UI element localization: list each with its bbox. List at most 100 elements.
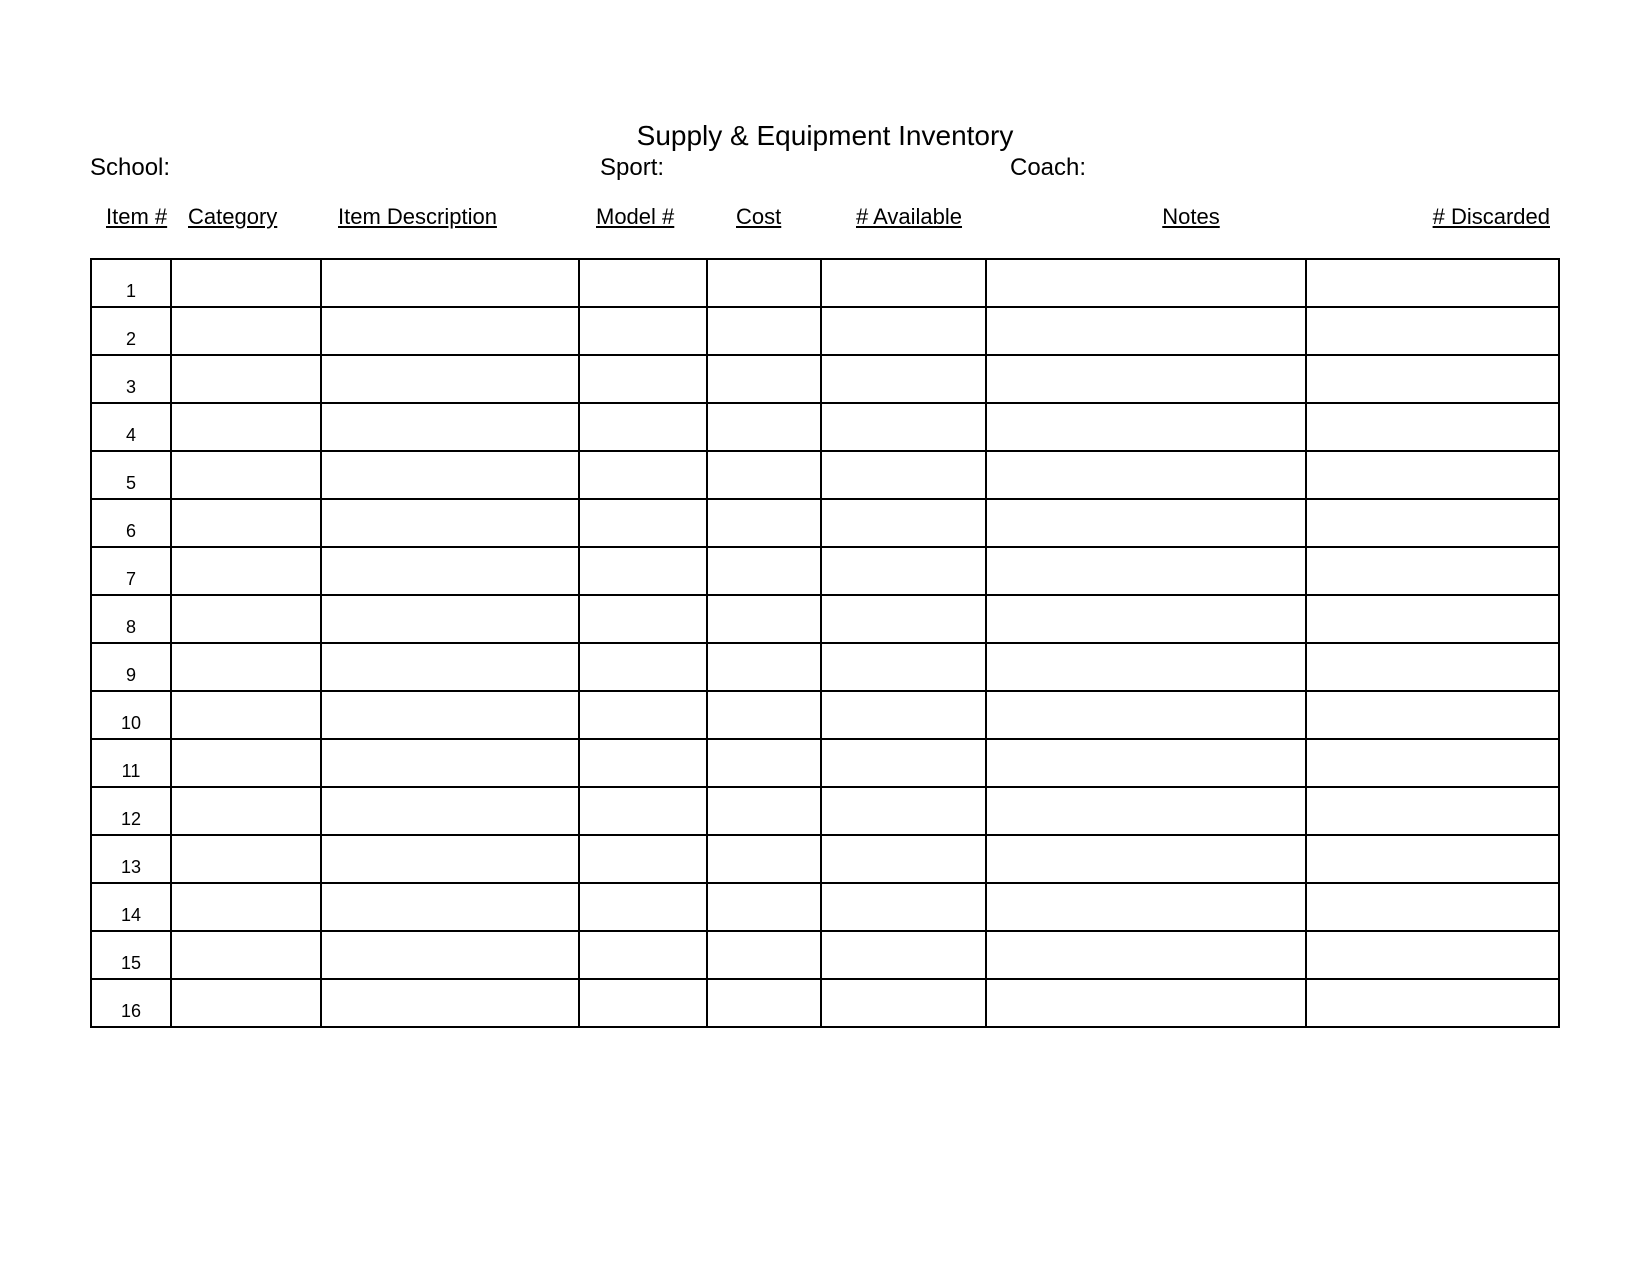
cell-model xyxy=(579,787,707,835)
cell-description xyxy=(321,307,579,355)
cell-cost xyxy=(707,883,821,931)
cell-available xyxy=(821,403,986,451)
cell-available xyxy=(821,691,986,739)
row-number: 9 xyxy=(91,643,171,691)
cell-category xyxy=(171,259,321,307)
row-number: 16 xyxy=(91,979,171,1027)
cell-category xyxy=(171,883,321,931)
table-row: 4 xyxy=(91,403,1559,451)
sport-label: Sport: xyxy=(600,154,1010,182)
cell-description xyxy=(321,403,579,451)
cell-available xyxy=(821,883,986,931)
row-number: 14 xyxy=(91,883,171,931)
cell-category xyxy=(171,787,321,835)
table-row: 14 xyxy=(91,883,1559,931)
cell-description xyxy=(321,595,579,643)
cell-model xyxy=(579,259,707,307)
cell-cost xyxy=(707,259,821,307)
cell-notes xyxy=(986,931,1306,979)
cell-cost xyxy=(707,403,821,451)
cell-available xyxy=(821,835,986,883)
cell-notes xyxy=(986,883,1306,931)
cell-available xyxy=(821,979,986,1027)
cell-cost xyxy=(707,547,821,595)
cell-discarded xyxy=(1306,259,1559,307)
cell-notes xyxy=(986,499,1306,547)
header-notes: Notes xyxy=(1031,204,1351,230)
inventory-table: 12345678910111213141516 xyxy=(90,258,1560,1028)
cell-category xyxy=(171,931,321,979)
cell-cost xyxy=(707,787,821,835)
cell-description xyxy=(321,643,579,691)
table-row: 6 xyxy=(91,499,1559,547)
cell-available xyxy=(821,787,986,835)
cell-model xyxy=(579,499,707,547)
cell-notes xyxy=(986,547,1306,595)
row-number: 2 xyxy=(91,307,171,355)
cell-category xyxy=(171,451,321,499)
cell-notes xyxy=(986,403,1306,451)
cell-description xyxy=(321,835,579,883)
cell-cost xyxy=(707,739,821,787)
cell-description xyxy=(321,787,579,835)
table-row: 13 xyxy=(91,835,1559,883)
cell-model xyxy=(579,883,707,931)
cell-available xyxy=(821,595,986,643)
cell-notes xyxy=(986,643,1306,691)
row-number: 15 xyxy=(91,931,171,979)
table-row: 10 xyxy=(91,691,1559,739)
table-row: 2 xyxy=(91,307,1559,355)
cell-cost xyxy=(707,595,821,643)
cell-available xyxy=(821,451,986,499)
cell-notes xyxy=(986,355,1306,403)
table-row: 16 xyxy=(91,979,1559,1027)
header-cost: Cost xyxy=(736,204,856,230)
row-number: 6 xyxy=(91,499,171,547)
cell-description xyxy=(321,691,579,739)
cell-discarded xyxy=(1306,355,1559,403)
table-row: 9 xyxy=(91,643,1559,691)
cell-model xyxy=(579,739,707,787)
cell-model xyxy=(579,403,707,451)
cell-category xyxy=(171,979,321,1027)
table-row: 7 xyxy=(91,547,1559,595)
header-discarded: # Discarded xyxy=(1351,204,1560,230)
cell-category xyxy=(171,835,321,883)
cell-model xyxy=(579,451,707,499)
row-number: 13 xyxy=(91,835,171,883)
cell-available xyxy=(821,259,986,307)
cell-category xyxy=(171,307,321,355)
table-row: 5 xyxy=(91,451,1559,499)
row-number: 3 xyxy=(91,355,171,403)
header-model-no: Model # xyxy=(596,204,736,230)
cell-cost xyxy=(707,643,821,691)
cell-discarded xyxy=(1306,547,1559,595)
header-item-no: Item # xyxy=(106,204,188,230)
cell-cost xyxy=(707,499,821,547)
table-row: 1 xyxy=(91,259,1559,307)
cell-description xyxy=(321,931,579,979)
cell-category xyxy=(171,643,321,691)
cell-notes xyxy=(986,451,1306,499)
cell-category xyxy=(171,403,321,451)
cell-cost xyxy=(707,691,821,739)
school-label: School: xyxy=(90,154,600,182)
cell-model xyxy=(579,547,707,595)
cell-model xyxy=(579,643,707,691)
cell-description xyxy=(321,547,579,595)
cell-category xyxy=(171,547,321,595)
cell-description xyxy=(321,259,579,307)
cell-notes xyxy=(986,259,1306,307)
cell-discarded xyxy=(1306,643,1559,691)
row-number: 7 xyxy=(91,547,171,595)
row-number: 4 xyxy=(91,403,171,451)
cell-model xyxy=(579,931,707,979)
cell-notes xyxy=(986,739,1306,787)
cell-discarded xyxy=(1306,595,1559,643)
cell-discarded xyxy=(1306,979,1559,1027)
cell-available xyxy=(821,643,986,691)
cell-description xyxy=(321,739,579,787)
cell-available xyxy=(821,307,986,355)
cell-discarded xyxy=(1306,691,1559,739)
cell-notes xyxy=(986,691,1306,739)
